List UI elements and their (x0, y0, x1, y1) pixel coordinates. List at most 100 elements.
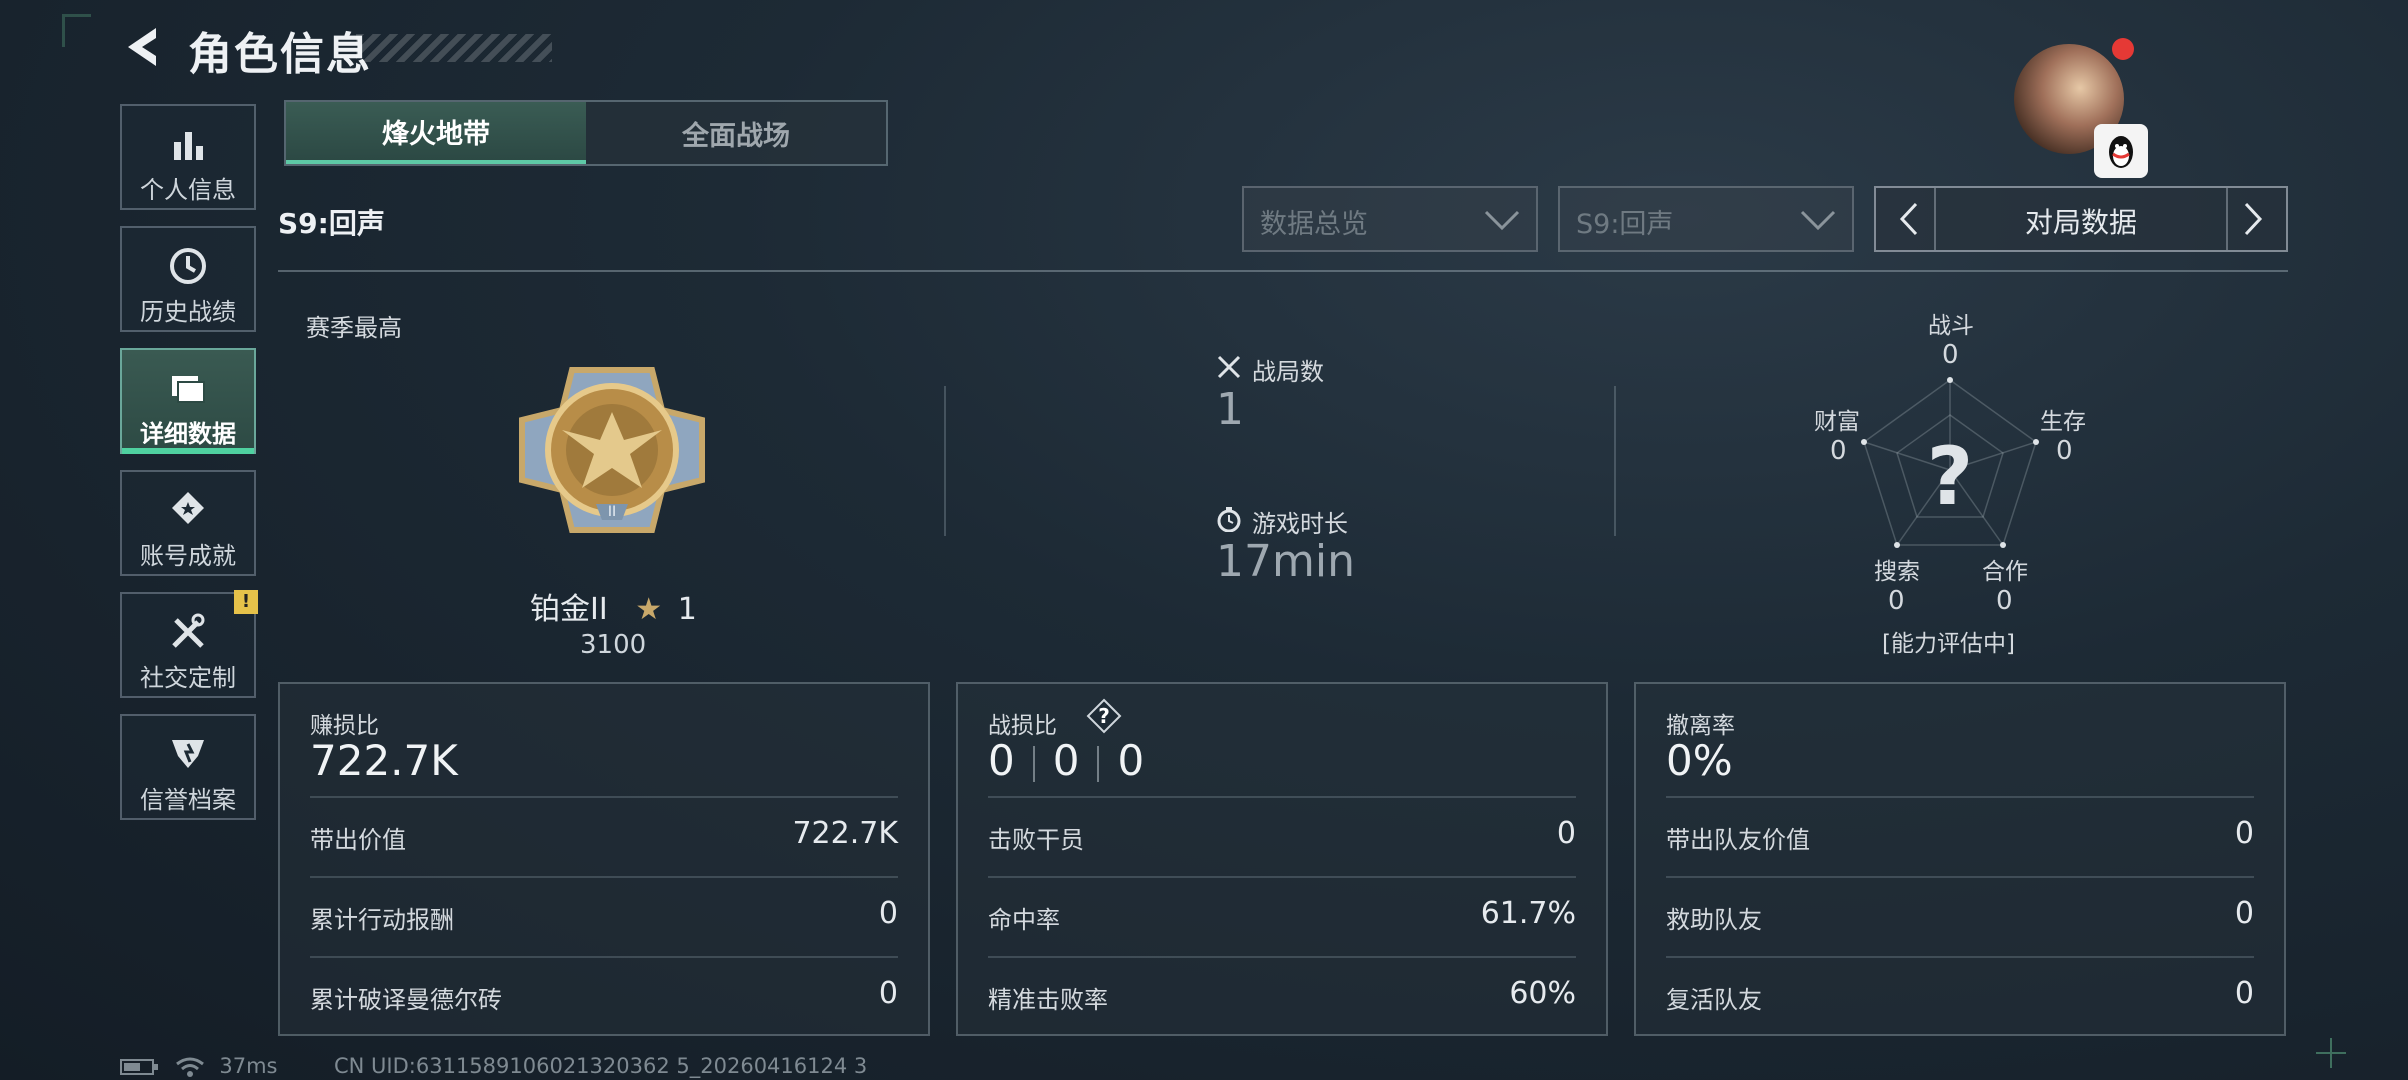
back-arrow-icon (128, 28, 156, 66)
stat-value: 0 (1556, 816, 1576, 851)
divider (944, 386, 946, 536)
chevron-right-icon (2244, 202, 2263, 236)
stat-key: 命中率 (988, 906, 1060, 934)
sidebar-item-social[interactable]: 社交定制 ! (120, 590, 258, 698)
stat-row: 命中率 61.7% (988, 876, 1576, 956)
timer-icon (1216, 506, 1242, 533)
kd-value: 0 (988, 736, 1015, 785)
warning-badge: ! (234, 590, 258, 614)
matches-label: 战局数 (1252, 358, 1324, 386)
folder-icon (172, 376, 205, 403)
dropdown-value: 数据总览 (1260, 209, 1368, 240)
kd-value: 0 (1117, 736, 1145, 785)
radar-search-value: 0 (1888, 586, 1905, 616)
overview-dropdown[interactable]: 数据总览 (1242, 186, 1538, 252)
kd-separator (1097, 745, 1100, 782)
stat-value: 0 (2234, 976, 2254, 1011)
rank-stars: 1 (677, 592, 697, 627)
tab-battlefield[interactable]: 全面战场 (586, 102, 886, 164)
radar-search-label: 搜索 (1874, 559, 1920, 585)
stat-row: 复活队友 0 (1666, 956, 2254, 1036)
extract-panel: 撤离率 0% 带出队友价值 0 救助队友 0 复活队友 0 (1634, 682, 2286, 1036)
radar-combat-label: 战斗 (1928, 313, 1974, 339)
stat-value: 60% (1509, 976, 1576, 1011)
radar-unknown-symbol: ? (1926, 430, 1974, 523)
sidebar-item-label: 信誉档案 (140, 786, 236, 814)
sidebar-item-label: 详细数据 (140, 420, 236, 448)
svg-text:II: II (608, 504, 616, 520)
crossed-swords-icon (1216, 354, 1242, 380)
stat-key: 复活队友 (1666, 986, 1762, 1014)
corner-decoration (62, 14, 91, 47)
stat-row: 累计行动报酬 0 (310, 876, 898, 956)
sidebar-item-detailed-data[interactable]: 详细数据 (120, 348, 256, 454)
wifi-icon (175, 1057, 204, 1077)
chevron-down-icon (1484, 210, 1520, 231)
duration-value: 17min (1216, 536, 1355, 587)
page-title: 角色信息 (188, 29, 372, 80)
radar-wealth-label: 财富 (1814, 409, 1860, 435)
kd-separator (1032, 745, 1035, 782)
next-button[interactable] (2226, 188, 2278, 250)
panel-label: 撤离率 (1666, 713, 1735, 739)
rank-score: 3100 (580, 630, 647, 660)
help-icon[interactable]: ? (1086, 698, 1122, 734)
qq-icon (2094, 124, 2148, 178)
achievement-icon (172, 492, 204, 524)
kd-panel: 战损比 ? 000 击败干员 0 命中率 61.7% 精准击败率 60% (956, 682, 1608, 1036)
panel-value: 722.7K (310, 736, 458, 785)
rank-name: 铂金II (530, 592, 608, 627)
mode-tabs: 烽火地带 全面战场 (284, 100, 888, 166)
match-data-selector: 对局数据 (1874, 186, 2288, 252)
back-button[interactable] (118, 22, 168, 72)
season-label: S9:回声 (278, 207, 385, 240)
sidebar-item-label: 社交定制 (140, 664, 236, 692)
stat-value: 0 (878, 896, 898, 931)
stat-value: 0 (2234, 816, 2254, 851)
radar-combat-value: 0 (1942, 340, 1959, 370)
divider (278, 270, 2288, 272)
panel-label: 赚损比 (310, 713, 379, 739)
stat-row: 带出价值 722.7K (310, 796, 898, 876)
stat-row: 救助队友 0 (1666, 876, 2254, 956)
sidebar-item-credit[interactable]: 信誉档案 (120, 714, 256, 820)
radar-coop-value: 0 (1996, 586, 2013, 616)
radar-survival-label: 生存 (2040, 409, 2086, 435)
ping-value: 37ms (219, 1054, 278, 1078)
stat-key: 带出队友价值 (1666, 826, 1810, 854)
match-data-label: 对局数据 (2024, 206, 2137, 239)
kd-value: 0 (1052, 736, 1080, 785)
matches-value: 1 (1216, 384, 1244, 435)
stat-value: 722.7K (792, 816, 898, 851)
rank-row: 铂金II ★ 1 (530, 584, 697, 628)
tools-icon (172, 613, 205, 648)
duration-label: 游戏时长 (1252, 510, 1348, 538)
notification-dot (2112, 38, 2134, 60)
sidebar-item-label: 历史战绩 (140, 298, 236, 326)
stat-value: 0 (2234, 896, 2254, 931)
uid-text: CN UID:6311589106021320362 5_20260416124… (334, 1054, 868, 1078)
stat-key: 击败干员 (988, 826, 1084, 854)
sidebar-item-history[interactable]: 历史战绩 (120, 226, 256, 332)
rank-medal-icon: II (512, 350, 712, 550)
sidebar-item-achievements[interactable]: 账号成就 (120, 470, 256, 576)
stat-key: 救助队友 (1666, 906, 1762, 934)
divider (1614, 386, 1616, 536)
stat-value: 0 (878, 976, 898, 1011)
radar-coop-label: 合作 (1982, 559, 2028, 585)
stat-row: 累计破译曼德尔砖 0 (310, 956, 898, 1036)
kd-values: 000 (988, 736, 1144, 785)
bar-chart-icon (174, 132, 203, 160)
season-dropdown[interactable]: S9:回声 (1558, 186, 1854, 252)
panel-value: 0% (1666, 736, 1733, 785)
chevron-down-icon (1800, 210, 1836, 231)
svg-text:?: ? (1098, 704, 1110, 728)
stat-key: 累计行动报酬 (310, 906, 454, 934)
stat-key: 精准击败率 (988, 986, 1108, 1014)
stat-value: 61.7% (1480, 896, 1576, 931)
sidebar-item-personal-info[interactable]: 个人信息 (120, 104, 256, 210)
stat-row: 精准击败率 60% (988, 956, 1576, 1036)
tab-warzone[interactable]: 烽火地带 (286, 102, 586, 164)
sidebar-item-label: 个人信息 (140, 176, 236, 204)
plus-mark-icon (2314, 1036, 2348, 1070)
